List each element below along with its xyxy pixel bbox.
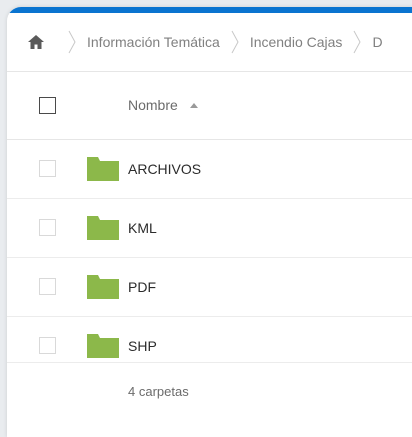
folder-icon bbox=[87, 216, 119, 240]
table-row[interactable]: PDF bbox=[7, 257, 412, 316]
folder-name[interactable]: SHP bbox=[128, 338, 157, 354]
folder-list: ARCHIVOS KML PDF SHP bbox=[7, 139, 412, 375]
folder-count: 4 carpetas bbox=[128, 384, 189, 399]
breadcrumb-item-informacion-tematica[interactable]: Información Temática bbox=[79, 34, 228, 50]
file-browser-window: Información Temática Incendio Cajas D No… bbox=[7, 7, 412, 437]
breadcrumb-separator-icon bbox=[65, 13, 79, 71]
breadcrumb-separator-icon bbox=[228, 13, 242, 71]
folder-name[interactable]: PDF bbox=[128, 279, 156, 295]
folder-icon bbox=[87, 275, 119, 299]
column-header-name[interactable]: Nombre bbox=[128, 97, 198, 113]
column-header-name-label: Nombre bbox=[128, 97, 178, 113]
breadcrumb-item-current[interactable]: D bbox=[364, 34, 390, 50]
table-header: Nombre bbox=[7, 71, 412, 139]
row-checkbox[interactable] bbox=[39, 278, 56, 295]
breadcrumb-home[interactable] bbox=[7, 13, 65, 71]
sort-ascending-icon bbox=[189, 102, 198, 108]
breadcrumb-item-incendio-cajas[interactable]: Incendio Cajas bbox=[242, 34, 351, 50]
folder-name[interactable]: ARCHIVOS bbox=[128, 161, 201, 177]
row-checkbox[interactable] bbox=[39, 219, 56, 236]
folder-name[interactable]: KML bbox=[128, 220, 157, 236]
breadcrumb-separator-icon bbox=[350, 13, 364, 71]
table-footer: 4 carpetas bbox=[7, 362, 412, 421]
breadcrumb: Información Temática Incendio Cajas D bbox=[7, 13, 412, 72]
select-all-checkbox[interactable] bbox=[39, 96, 56, 114]
row-checkbox[interactable] bbox=[39, 160, 56, 177]
table-row[interactable]: ARCHIVOS bbox=[7, 139, 412, 198]
home-icon bbox=[28, 35, 44, 49]
folder-icon bbox=[87, 157, 119, 181]
table-row[interactable]: KML bbox=[7, 198, 412, 257]
row-checkbox[interactable] bbox=[39, 337, 56, 354]
folder-icon bbox=[87, 334, 119, 358]
